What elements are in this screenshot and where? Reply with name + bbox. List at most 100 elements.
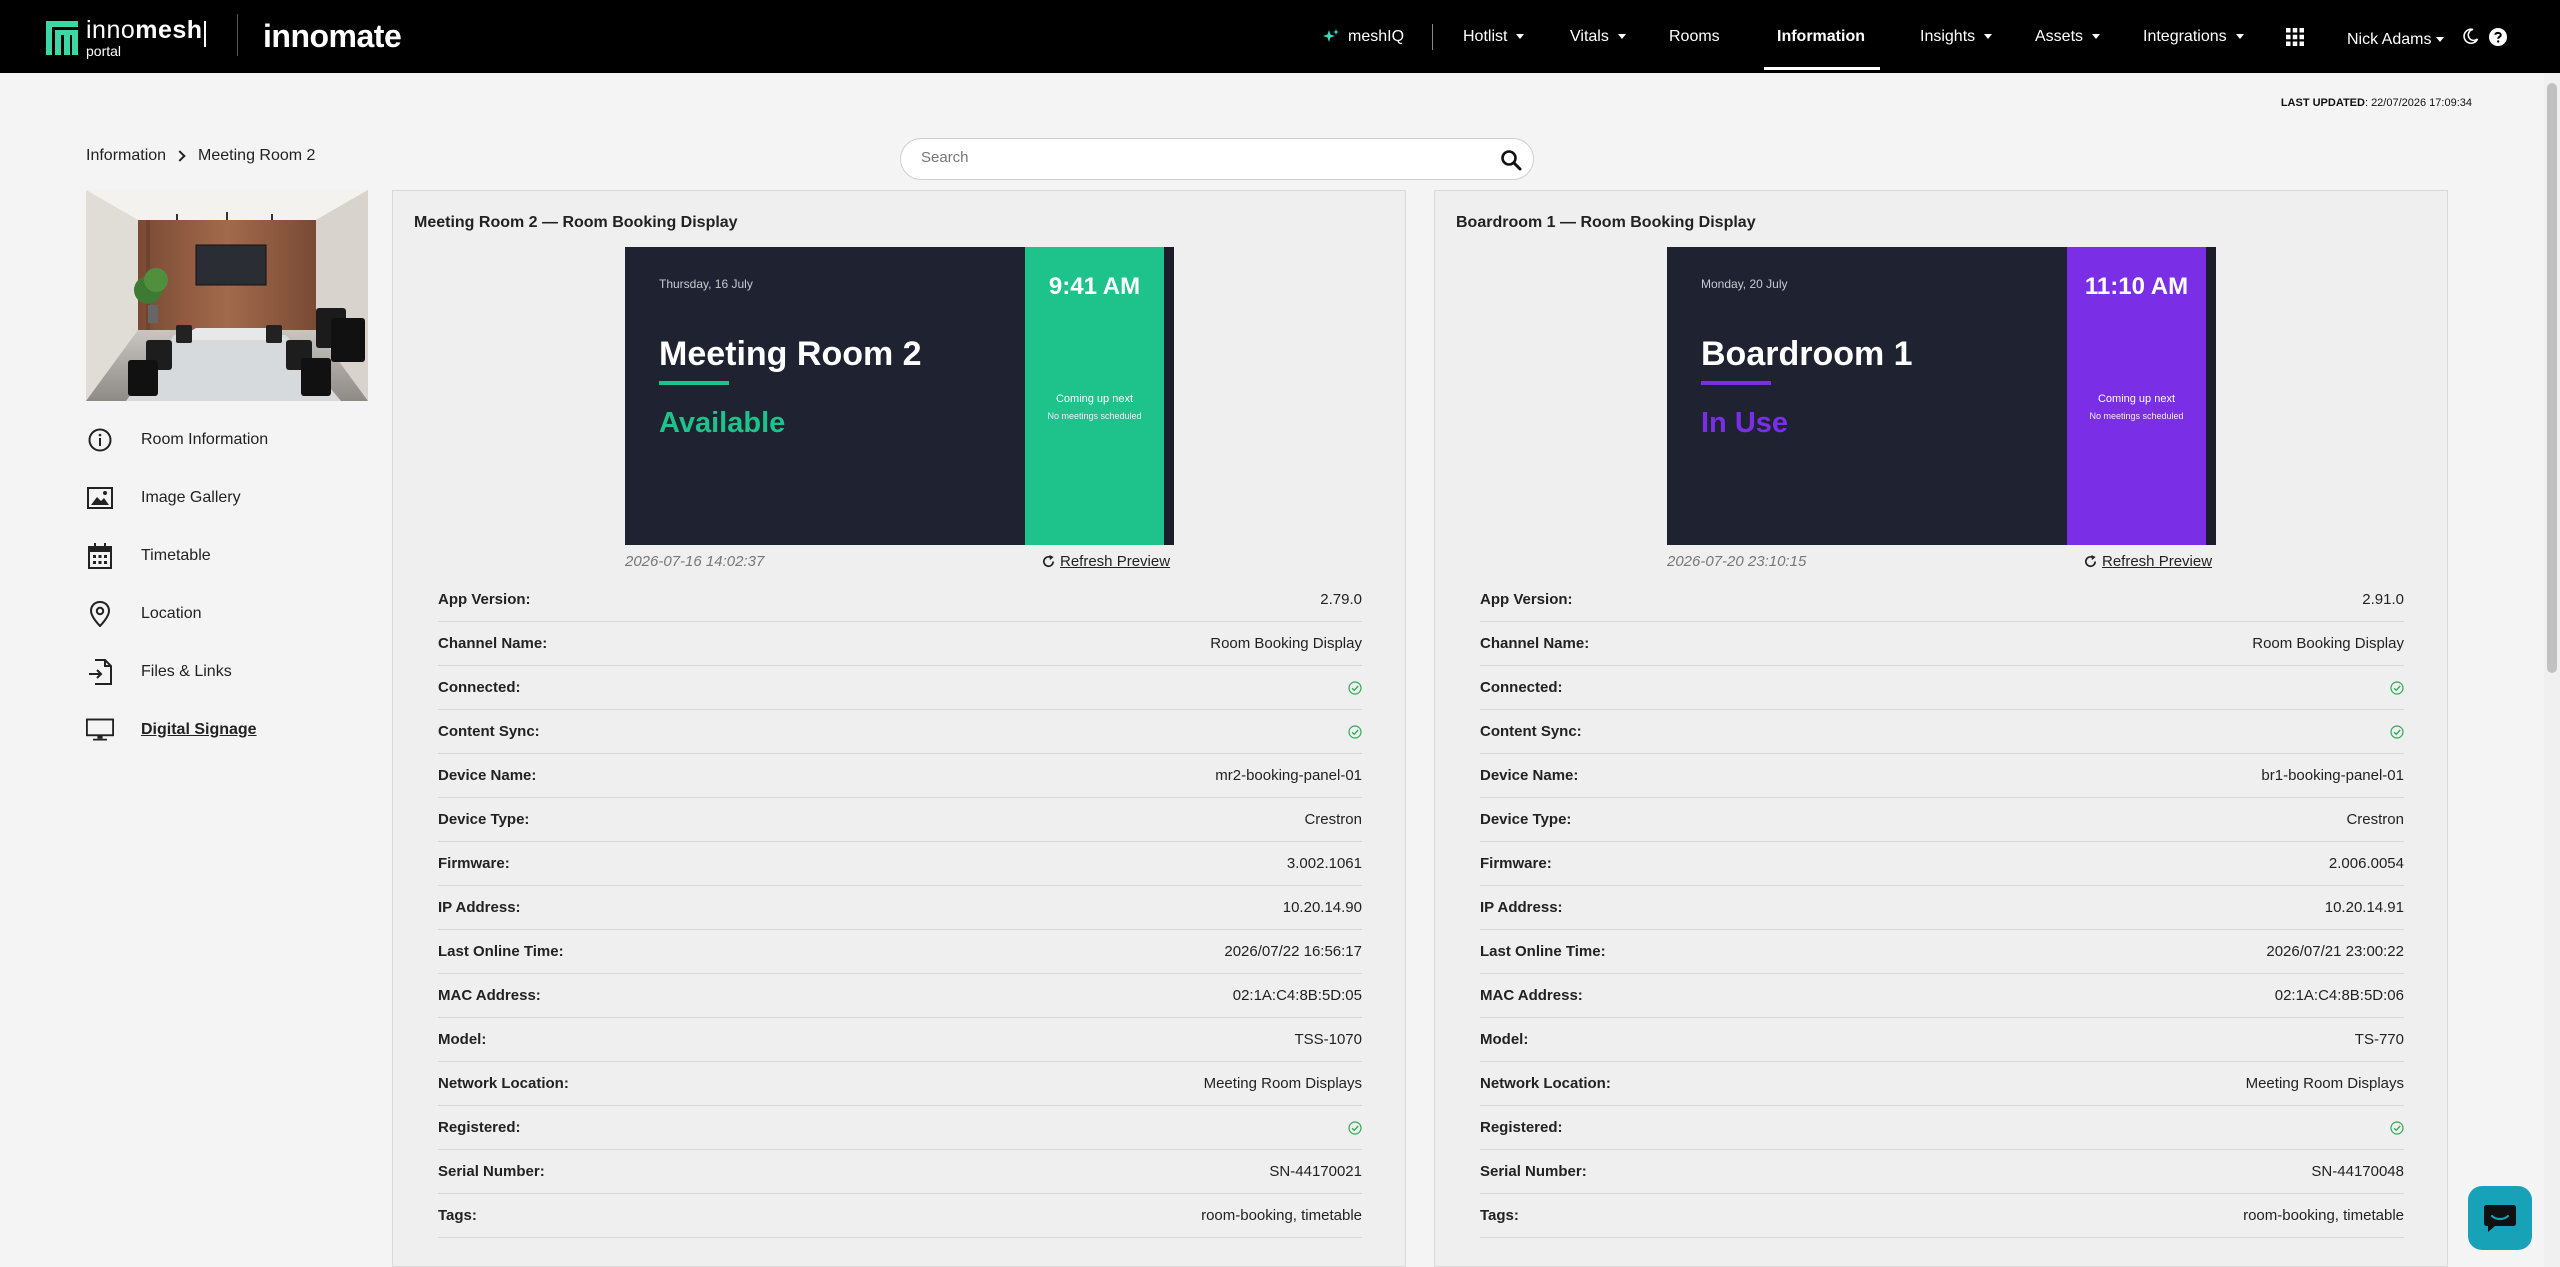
property-value: TSS-1070 xyxy=(1294,1031,1362,1048)
nav-meshiq[interactable]: meshIQ xyxy=(1322,0,1404,73)
dark-mode-toggle[interactable] xyxy=(2462,0,2479,73)
user-menu[interactable]: Nick Adams xyxy=(2347,3,2445,76)
sidebar-item-label: Digital Signage xyxy=(141,721,257,738)
table-row: Last Online Time: 2026/07/22 16:56:17 xyxy=(438,930,1362,974)
chat-support-button[interactable] xyxy=(2468,1186,2532,1250)
preview-time: 9:41 AM xyxy=(1048,273,1141,300)
table-row: App Version: 2.91.0 xyxy=(1480,578,2404,622)
preview-next-label: Coming up next xyxy=(2097,393,2176,405)
apps-grid-button[interactable] xyxy=(2286,0,2304,73)
preview-timestamp: 2026-07-16 14:02:37 xyxy=(625,553,765,570)
sidebar-item-label: Image Gallery xyxy=(141,489,241,506)
table-row: Serial Number: SN-44170048 xyxy=(1480,1150,2404,1194)
device-properties: App Version: 2.79.0 Channel Name: Room Boo… xyxy=(438,578,1362,1238)
nav-assets[interactable]: Assets xyxy=(2035,0,2101,73)
property-value: Meeting Room Displays xyxy=(1203,1075,1362,1092)
brand-divider xyxy=(237,14,238,56)
info-icon xyxy=(86,426,114,454)
innomate-brand[interactable]: innomate xyxy=(263,18,402,55)
nav-vitals-label: Vitals xyxy=(1570,27,1609,45)
property-key: App Version: xyxy=(1480,591,1573,608)
nav-insights-label: Insights xyxy=(1920,27,1976,45)
table-row: Network Location: Meeting Room Displays xyxy=(438,1062,1362,1106)
property-value: 3.002.1061 xyxy=(1286,855,1362,872)
page-scrollbar[interactable] xyxy=(2544,73,2560,1267)
property-value: br1-booking-panel-01 xyxy=(2261,767,2404,784)
nav-divider xyxy=(1432,24,1433,50)
check-circle-icon xyxy=(2390,724,2404,739)
sidebar-item-room-information[interactable]: Room Information xyxy=(86,420,346,460)
property-key: Model: xyxy=(438,1031,487,1048)
property-value: SN-44170021 xyxy=(1269,1163,1362,1180)
property-value: 02:1A:C4:8B:5D:05 xyxy=(1232,987,1362,1004)
preview-status: In Use xyxy=(1701,407,1789,439)
sidebar-item-label: Room Information xyxy=(141,431,269,448)
breadcrumb-parent[interactable]: Information xyxy=(86,147,166,165)
panel-title: Boardroom 1 — Room Booking Display xyxy=(1456,214,1756,231)
property-key: Connected: xyxy=(438,679,521,696)
preview-date: Thursday, 16 July xyxy=(659,277,753,291)
nav-hotlist[interactable]: Hotlist xyxy=(1463,0,1525,73)
search-input[interactable] xyxy=(921,149,1481,166)
nav-vitals[interactable]: Vitals xyxy=(1570,0,1626,73)
property-value: room-booking, timetable xyxy=(1201,1207,1362,1224)
nav-rooms[interactable]: Rooms xyxy=(1669,0,1720,73)
refresh-preview-button[interactable]: Refresh Preview xyxy=(1041,553,1170,570)
table-row: MAC Address: 02:1A:C4:8B:5D:05 xyxy=(438,974,1362,1018)
property-key: Device Type: xyxy=(438,811,530,828)
table-row: Device Name: mr2-booking-panel-01 xyxy=(438,754,1362,798)
check-circle-icon xyxy=(1348,680,1362,695)
property-key: MAC Address: xyxy=(1480,987,1583,1004)
table-row: Firmware: 3.002.1061 xyxy=(438,842,1362,886)
check-circle-icon xyxy=(2390,1120,2404,1135)
search-icon[interactable] xyxy=(1499,148,1523,172)
device-properties: App Version: 2.91.0 Channel Name: Room Boo… xyxy=(1480,578,2404,1238)
nav-insights[interactable]: Insights xyxy=(1920,0,1993,73)
file-link-icon xyxy=(86,658,114,686)
table-row: Channel Name: Room Booking Display xyxy=(1480,622,2404,666)
property-key: Registered: xyxy=(438,1119,521,1136)
scrollbar-thumb[interactable] xyxy=(2547,83,2557,673)
property-value: SN-44170048 xyxy=(2311,1163,2404,1180)
sidebar-item-image-gallery[interactable]: Image Gallery xyxy=(86,478,346,518)
property-value: Room Booking Display xyxy=(2252,635,2404,652)
device-panel: Meeting Room 2 — Room Booking Display Th… xyxy=(392,190,1406,1267)
nav-integrations[interactable]: Integrations xyxy=(2143,0,2244,73)
sidebar-item-label: Timetable xyxy=(141,547,211,564)
sidebar-item-location[interactable]: Location xyxy=(86,594,346,634)
logo-mark-icon xyxy=(46,21,78,55)
refresh-icon xyxy=(2085,554,2097,568)
table-row: IP Address: 10.20.14.90 xyxy=(438,886,1362,930)
sidebar-item-digital-signage[interactable]: Digital Signage xyxy=(86,710,346,750)
table-row: Last Online Time: 2026/07/21 23:00:22 xyxy=(1480,930,2404,974)
preview-accent-line xyxy=(1701,381,1771,385)
nav-information-label: Information xyxy=(1777,27,1865,45)
help-button[interactable] xyxy=(2489,0,2507,73)
property-value: TS-770 xyxy=(2354,1031,2404,1048)
caret-down-icon xyxy=(2235,34,2244,39)
location-pin-icon xyxy=(86,600,114,628)
sidebar-item-files-links[interactable]: Files & Links xyxy=(86,652,346,692)
sidebar-item-timetable[interactable]: Timetable xyxy=(86,536,346,576)
property-key: Device Type: xyxy=(1480,811,1572,828)
sidebar-item-label: Location xyxy=(141,605,202,622)
innomesh-logo[interactable]: innomesh portal xyxy=(46,18,203,58)
top-navbar: innomesh portal innomate meshIQ Hotlist … xyxy=(0,0,2560,73)
property-value: 2.006.0054 xyxy=(2328,855,2404,872)
preview-room-name: Boardroom 1 xyxy=(1701,335,1913,373)
property-value: 2026/07/21 23:00:22 xyxy=(2266,943,2404,960)
table-row: Model: TSS-1070 xyxy=(438,1018,1362,1062)
nav-information[interactable]: Information xyxy=(1777,0,1865,73)
property-value: mr2-booking-panel-01 xyxy=(1215,767,1362,784)
property-key: IP Address: xyxy=(1480,899,1563,916)
table-row: Tags: room-booking, timetable xyxy=(1480,1194,2404,1238)
check-circle-icon xyxy=(1348,1120,1362,1135)
preview-time: 11:10 AM xyxy=(2084,273,2189,300)
property-key: Device Name: xyxy=(438,767,537,784)
preview-accent-line xyxy=(659,381,729,385)
refresh-preview-button[interactable]: Refresh Preview xyxy=(2083,553,2212,570)
table-row: Content Sync: xyxy=(438,710,1362,754)
property-key: Registered: xyxy=(1480,1119,1563,1136)
chevron-right-icon xyxy=(174,150,186,162)
property-key: Network Location: xyxy=(438,1075,569,1092)
